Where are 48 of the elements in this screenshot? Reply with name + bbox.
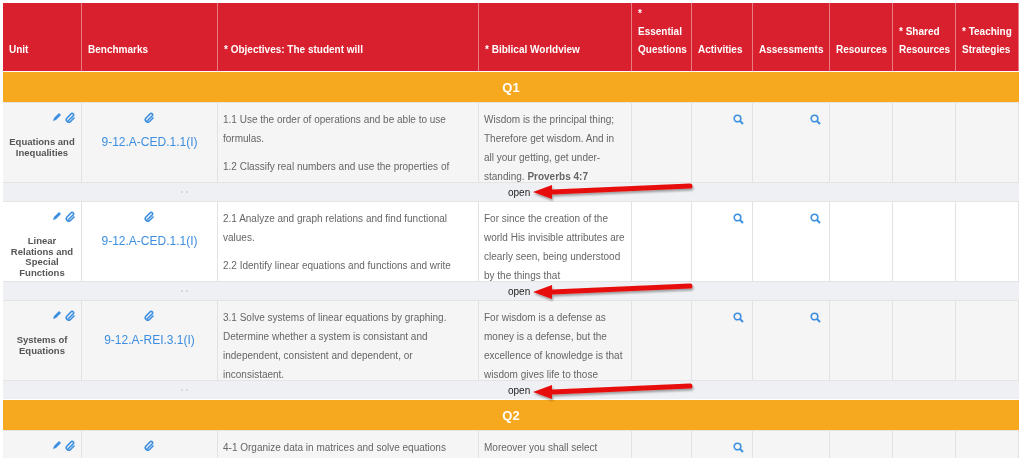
worldview-text: For wisdom is a defense as money is a defense, but the excellence of knowledge is that wisdom gives life to those: [484, 311, 624, 380]
paperclip-icon[interactable]: [65, 310, 76, 321]
objective-text: 2.1 Analyze and graph relations and find functional values.: [223, 212, 449, 245]
pencil-icon[interactable]: [52, 211, 62, 221]
objective-text: 2.2 Identify linear equations and functions and write: [223, 259, 452, 273]
search-icon[interactable]: [733, 213, 744, 224]
column-header: * Essential Questions: [638, 7, 687, 57]
paperclip-icon[interactable]: [144, 112, 155, 123]
paperclip-icon[interactable]: [144, 440, 155, 451]
benchmark-link[interactable]: 9-12.A-CED.1.1(I): [101, 234, 198, 248]
column-header: Assessments: [759, 43, 824, 57]
column-header: * Shared Resources: [899, 25, 951, 57]
column-header: Activities: [698, 43, 743, 57]
objective-text: 1.2 Classify real numbers and use the properties of: [223, 160, 451, 174]
worldview-text: Moreover you shall select: [484, 441, 599, 455]
search-icon[interactable]: [733, 442, 744, 453]
pencil-icon[interactable]: [52, 440, 62, 450]
pencil-icon[interactable]: [52, 310, 62, 320]
column-header: Unit: [9, 43, 29, 57]
paperclip-icon[interactable]: [65, 112, 76, 123]
column-header: * Biblical Worldview: [485, 43, 580, 57]
worldview-text: For since the creation of the world His invisible attributes are clearly seen, being understood by the things that: [484, 212, 626, 281]
paperclip-icon[interactable]: [144, 310, 155, 321]
column-header: * Teaching Strategies: [962, 25, 1013, 57]
paperclip-icon[interactable]: [65, 440, 76, 451]
open-link[interactable]: open: [508, 285, 531, 297]
search-icon[interactable]: [733, 312, 744, 323]
objective-text: 1.1 Use the order of operations and be able to use formulas.: [223, 113, 447, 146]
search-icon[interactable]: [733, 114, 744, 125]
open-link[interactable]: open: [508, 384, 531, 396]
objective-text: 4-1 Organize data in matrices and solve equations: [223, 441, 447, 455]
pencil-icon[interactable]: [52, 112, 62, 122]
objective-text: 3.1 Solve systems of linear equations by graphing. Determine whether a system is consistant and independent, consistent and dependent, or inconsistaent.: [223, 311, 448, 380]
column-header: Benchmarks: [88, 43, 149, 57]
unit-name: Systems of Equations: [15, 335, 69, 356]
column-header: * Objectives: The student will: [224, 43, 363, 57]
search-icon[interactable]: [810, 213, 821, 224]
search-icon[interactable]: [810, 312, 821, 323]
open-link[interactable]: open: [508, 186, 531, 198]
paperclip-icon[interactable]: [144, 211, 155, 222]
search-icon[interactable]: [810, 114, 821, 125]
unit-name: Linear Relations and Special Functions: [9, 236, 75, 278]
column-header: Resources: [836, 43, 888, 57]
unit-name: Equations and Inequalities: [8, 137, 76, 158]
worldview-text: Wisdom is the principal thing; Therefore get wisdom. And in all your getting, get under-standing. Proverbs 4:7: [484, 113, 616, 182]
quarter-label: Q2: [502, 407, 520, 423]
quarter-label: Q1: [502, 79, 520, 95]
paperclip-icon[interactable]: [65, 211, 76, 222]
